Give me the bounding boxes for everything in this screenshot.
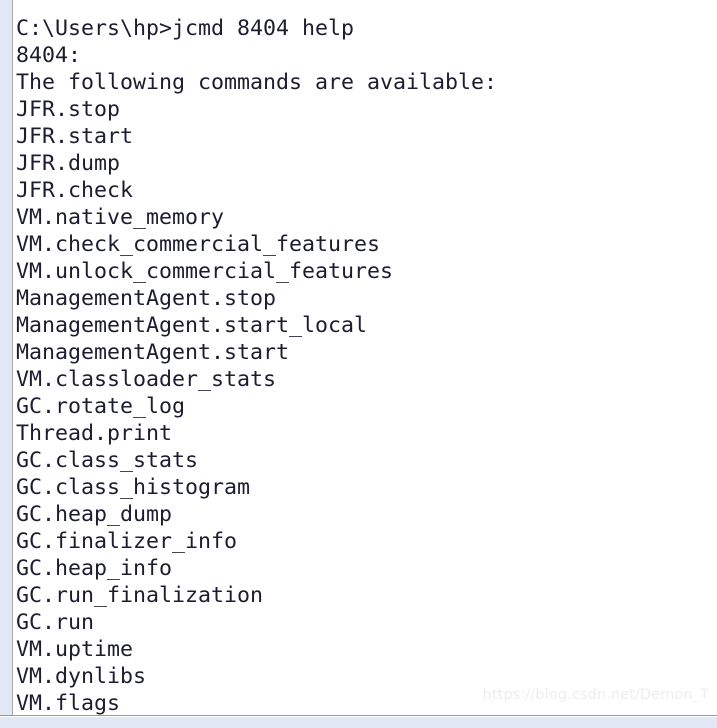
bottom-strip [0,717,717,728]
terminal-line: C:\Users\hp>jcmd 8404 help [16,16,355,41]
terminal-line: GC.finalizer_info [16,529,238,554]
terminal-line: GC.rotate_log [16,394,186,419]
terminal-line: GC.class_stats [16,448,199,473]
terminal-line: VM.native_memory [16,205,225,230]
terminal-line: GC.run_finalization [16,583,264,608]
terminal-line: JFR.start [16,124,134,149]
terminal-line: JFR.check [16,178,134,203]
terminal-line: ManagementAgent.start_local [16,313,368,338]
terminal-line: VM.unlock_commercial_features [16,259,394,284]
terminal-line: GC.heap_dump [16,502,173,527]
terminal-line: GC.heap_info [16,556,173,581]
terminal-line: Thread.print [16,421,173,446]
terminal-line: VM.check_commercial_features [16,232,381,257]
code-block-gutter [0,0,13,715]
terminal-line: JFR.stop [16,97,121,122]
terminal-line: GC.class_histogram [16,475,251,500]
terminal-line: The following commands are available: [16,70,498,95]
screenshot-root: C:\Users\hp>jcmd 8404 help 8404: The fol… [0,0,717,728]
terminal-line: VM.uptime [16,637,134,662]
terminal-line: JFR.dump [16,151,121,176]
terminal-line: ManagementAgent.stop [16,286,277,311]
terminal-line: VM.classloader_stats [16,367,277,392]
terminal-line: ManagementAgent.start [16,340,290,365]
terminal-line: GC.run [16,610,95,635]
terminal-line: VM.dynlibs [16,664,147,689]
terminal-code-block: C:\Users\hp>jcmd 8404 help 8404: The fol… [0,0,717,716]
terminal-output[interactable]: C:\Users\hp>jcmd 8404 help 8404: The fol… [16,0,717,715]
watermark: https://blog.csdn.net/Demon_T [482,687,709,703]
terminal-line: 8404: [16,43,82,68]
